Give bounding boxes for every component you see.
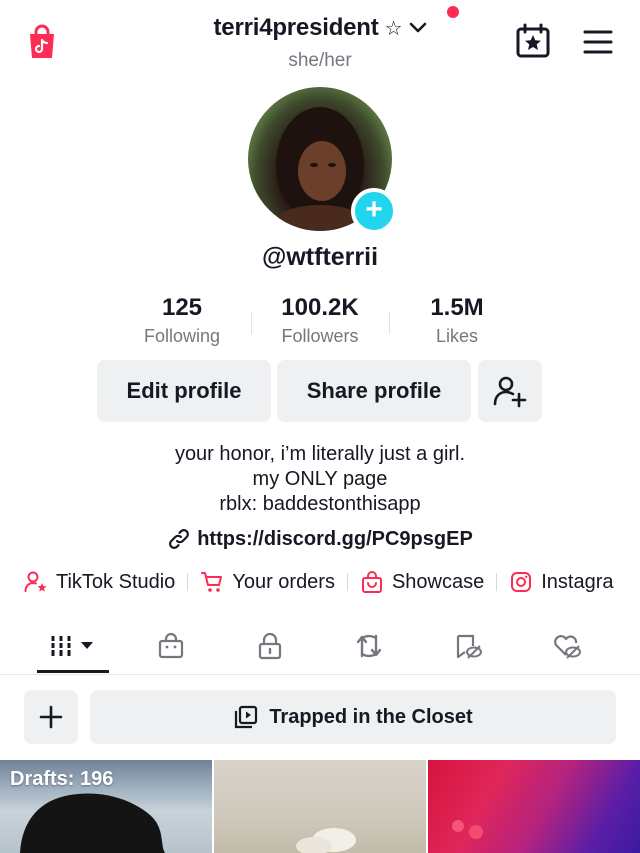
tab-reposts[interactable] bbox=[329, 626, 409, 666]
shortcut-bar: TikTok Studio Your orders Showcase Insta… bbox=[24, 570, 614, 594]
bio-link[interactable]: https://discord.gg/PC9psgEP bbox=[0, 527, 640, 551]
instagram-icon bbox=[511, 572, 532, 592]
stat-label: Following bbox=[143, 326, 221, 346]
lock-icon bbox=[258, 632, 282, 660]
add-collection-button[interactable] bbox=[24, 690, 78, 744]
bio-line: your honor, i’m literally just a girl. bbox=[174, 443, 466, 465]
user-handle: @wtfterrii bbox=[261, 243, 379, 271]
shortcut-label: Your orders bbox=[232, 570, 335, 593]
shortcut-your-orders[interactable]: Your orders bbox=[200, 570, 335, 594]
divider bbox=[496, 573, 498, 591]
stat-label: Followers bbox=[281, 326, 359, 346]
collection-title: Trapped in the Closet bbox=[269, 705, 473, 728]
hamburger-menu-icon[interactable] bbox=[582, 28, 614, 56]
bio-line: my ONLY page bbox=[252, 468, 388, 490]
chevron-down-icon[interactable] bbox=[409, 21, 427, 35]
drafts-count: Drafts: 196 bbox=[10, 768, 114, 790]
username: terri4president bbox=[213, 14, 379, 41]
divider bbox=[187, 573, 189, 591]
shortcut-label: Showcase bbox=[391, 570, 485, 593]
add-story-button[interactable]: + bbox=[351, 188, 397, 234]
bio-line: rblx: baddestonthisapp bbox=[219, 493, 421, 515]
collection-trapped-in-the-closet[interactable]: Trapped in the Closet bbox=[90, 690, 616, 744]
grid-icon bbox=[49, 636, 93, 656]
tab-favorites[interactable] bbox=[428, 626, 508, 666]
active-tab-indicator bbox=[37, 670, 109, 673]
shortcut-tiktok-studio[interactable]: TikTok Studio bbox=[24, 570, 175, 594]
add-friends-button[interactable] bbox=[478, 360, 542, 422]
shortcut-label: Instagra bbox=[541, 570, 614, 593]
bag-icon bbox=[361, 571, 382, 593]
edit-profile-button[interactable]: Edit profile bbox=[97, 360, 271, 422]
stat-value: 1.5M bbox=[430, 294, 484, 321]
divider bbox=[0, 674, 640, 675]
tab-videos[interactable] bbox=[33, 626, 113, 666]
shop-bag-icon bbox=[158, 632, 184, 659]
tab-liked[interactable] bbox=[527, 626, 607, 666]
stat-likes[interactable]: 1.5M Likes bbox=[387, 294, 527, 347]
stat-value: 125 bbox=[161, 294, 203, 321]
share-profile-button[interactable]: Share profile bbox=[277, 360, 471, 422]
divider bbox=[346, 573, 348, 591]
star-decoration: ☆ bbox=[384, 17, 403, 40]
bookmark-hidden-icon bbox=[456, 634, 482, 659]
stat-value: 100.2K bbox=[281, 294, 359, 321]
tab-shop[interactable] bbox=[131, 626, 211, 666]
collection-icon bbox=[235, 705, 258, 729]
shortcut-showcase[interactable]: Showcase bbox=[360, 570, 484, 594]
video-thumbnail[interactable] bbox=[214, 760, 426, 853]
plus-icon bbox=[39, 705, 63, 729]
video-thumbnail[interactable] bbox=[428, 760, 640, 853]
calendar-star-icon[interactable] bbox=[514, 22, 552, 60]
cart-icon bbox=[201, 572, 223, 592]
repost-icon bbox=[356, 634, 382, 658]
shortcut-instagram[interactable]: Instagra bbox=[509, 570, 614, 594]
link-icon bbox=[169, 529, 190, 549]
person-star-icon bbox=[24, 571, 47, 592]
notification-dot bbox=[447, 6, 459, 18]
add-person-icon bbox=[493, 376, 527, 408]
stat-followers[interactable]: 100.2K Followers bbox=[250, 294, 390, 347]
heart-hidden-icon bbox=[554, 635, 581, 659]
tab-private[interactable] bbox=[230, 626, 310, 666]
stat-following[interactable]: 125 Following bbox=[112, 294, 252, 347]
shortcut-label: TikTok Studio bbox=[56, 570, 176, 593]
bio-link-text[interactable]: https://discord.gg/PC9psgEP bbox=[197, 528, 473, 551]
stat-label: Likes bbox=[435, 326, 479, 346]
